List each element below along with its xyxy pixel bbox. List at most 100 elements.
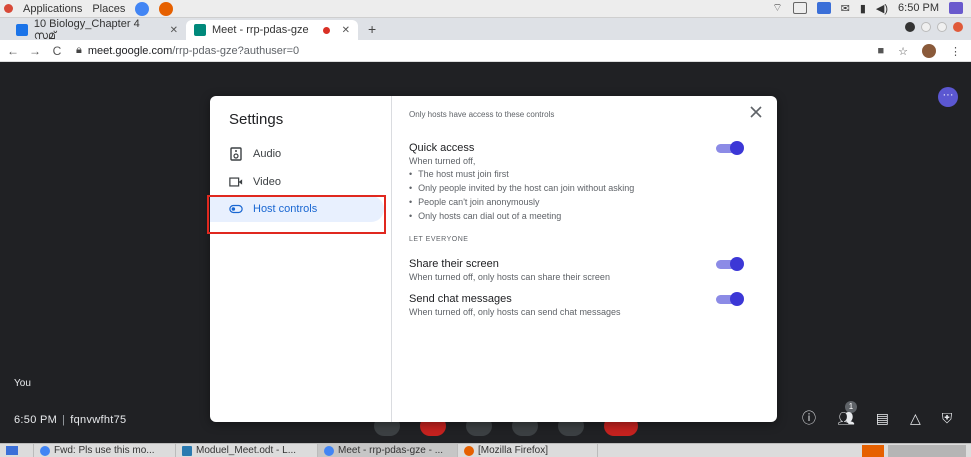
- annotation-highlight-box: [207, 195, 386, 234]
- forward-icon[interactable]: →: [26, 44, 44, 58]
- tab-label: Meet - rrp-pdas-gze: [212, 24, 309, 36]
- meeting-time: 6:50 PM: [14, 414, 58, 426]
- chrome-launcher-icon[interactable]: [135, 1, 150, 16]
- meeting-details: 6:50 PM | fqnvwfht75: [14, 414, 127, 426]
- list-item: Only people invited by the host can join…: [409, 181, 634, 195]
- quick-access-bullets: The host must join first Only people inv…: [409, 167, 634, 223]
- profile-dot-icon[interactable]: [905, 22, 915, 32]
- places-menu[interactable]: Places: [92, 3, 125, 15]
- info-icon[interactable]: ⓘ: [802, 408, 816, 428]
- sidebar-item-video[interactable]: Video: [210, 169, 384, 195]
- self-tile-label: You: [14, 378, 31, 389]
- sidebar-item-label: Audio: [253, 148, 282, 160]
- clock[interactable]: 6:50 PM: [898, 2, 939, 14]
- side-controls: ⓘ 👥︎ ▤ △ ⛨: [802, 408, 952, 428]
- quick-access-section: Quick access When turned off, The host m…: [409, 142, 634, 223]
- envelope-icon[interactable]: ✉: [841, 2, 850, 15]
- classroom-favicon-icon: [16, 24, 28, 36]
- taskbar-item-mail[interactable]: Fwd: Pls use this mo...: [34, 444, 176, 457]
- browser-tab-strip: 10 Biology_Chapter 4 സമ് ✕ Meet - rrp-pd…: [0, 17, 971, 42]
- tab-meet[interactable]: Meet - rrp-pdas-gze ✕: [186, 20, 358, 40]
- people-icon[interactable]: 👥︎: [837, 410, 855, 427]
- host-controls-icon[interactable]: ⛨: [942, 410, 953, 427]
- star-icon[interactable]: ☆: [898, 45, 908, 58]
- chat-toggle[interactable]: [716, 292, 744, 306]
- taskbar-item-label: Meet - rrp-pdas-gze - ...: [338, 445, 444, 456]
- desktop-screen: Applications Places ⌔ ✉ ▮ ◀) 6:50 PM 10 …: [0, 0, 971, 457]
- share-screen-subtitle: When turned off, only hosts can share th…: [409, 272, 610, 282]
- recording-dot-icon: [322, 26, 330, 34]
- sidebar-item-label: Video: [253, 176, 281, 188]
- video-camera-icon: [229, 175, 243, 189]
- taskbar-item-label: Fwd: Pls use this mo...: [54, 445, 155, 456]
- os-top-bar: Applications Places ⌔ ✉ ▮ ◀) 6:50 PM: [0, 0, 971, 18]
- url-host: meet.google.com: [87, 44, 173, 57]
- chat-icon[interactable]: ▤: [876, 410, 889, 427]
- desktop-icon: [6, 446, 18, 455]
- taskbar-item-writer[interactable]: Moduel_Meet.odt - L...: [176, 444, 318, 457]
- chat-title: Send chat messages: [409, 293, 512, 305]
- quick-access-subtitle: When turned off,: [409, 156, 476, 166]
- workspace-switcher[interactable]: [888, 445, 966, 457]
- taskbar-item-label: [Mozilla Firefox]: [478, 445, 549, 456]
- close-window-icon[interactable]: [953, 22, 963, 32]
- system-tray: ⌔ ✉ ▮ ◀) 6:50 PM: [772, 1, 963, 15]
- taskbar-item-meet[interactable]: Meet - rrp-pdas-gze - ...: [318, 444, 458, 457]
- camera-indicator-icon[interactable]: ■: [877, 45, 884, 57]
- show-desktop-button[interactable]: [0, 444, 34, 457]
- menu-kebab-icon[interactable]: ⋮: [950, 45, 961, 58]
- speaker-icon: [229, 147, 243, 161]
- wifi-icon[interactable]: ⌔: [772, 1, 782, 15]
- list-item: The host must join first: [409, 167, 634, 181]
- meeting-code: fqnvwfht75: [70, 414, 127, 426]
- taskbar: Fwd: Pls use this mo... Moduel_Meet.odt …: [0, 443, 971, 457]
- chat-subtitle: When turned off, only hosts can send cha…: [409, 307, 621, 317]
- sidebar-item-audio[interactable]: Audio: [210, 141, 384, 167]
- meet-favicon-icon: [194, 24, 206, 36]
- share-screen-title: Share their screen: [409, 258, 499, 270]
- new-tab-button[interactable]: +: [358, 20, 386, 40]
- list-item: Only hosts can dial out of a meeting: [409, 209, 634, 223]
- session-icon[interactable]: [949, 2, 963, 14]
- minimize-icon[interactable]: [921, 22, 931, 32]
- share-screen-toggle[interactable]: [716, 257, 744, 271]
- firefox-icon: [464, 445, 474, 456]
- close-tab-icon[interactable]: ✕: [170, 25, 178, 36]
- document-icon: [182, 445, 192, 456]
- battery-icon[interactable]: ▮: [860, 2, 866, 15]
- quick-access-title: Quick access: [409, 142, 475, 154]
- workspace-indicator[interactable]: [862, 445, 884, 457]
- close-dialog-icon[interactable]: [749, 105, 763, 119]
- settings-title: Settings: [229, 111, 284, 128]
- list-item: People can't join anonymously: [409, 195, 634, 209]
- quick-access-toggle[interactable]: [716, 141, 744, 155]
- maximize-icon[interactable]: [937, 22, 947, 32]
- activities-icon[interactable]: △: [910, 410, 921, 427]
- taskbar-item-label: Moduel_Meet.odt - L...: [196, 445, 297, 456]
- taskbar-item-firefox[interactable]: [Mozilla Firefox]: [458, 444, 598, 457]
- distro-logo-icon: [4, 4, 13, 13]
- mail-indicator-icon[interactable]: [792, 2, 807, 14]
- tab-label: 10 Biology_Chapter 4 സമ്: [33, 17, 140, 42]
- address-bar: ← → C 🔒︎ meet.google.com/rrp-pdas-gze?au…: [0, 40, 971, 62]
- chrome-icon: [40, 445, 50, 456]
- more-options-button[interactable]: ···: [938, 87, 958, 107]
- bluetooth-icon[interactable]: [816, 2, 831, 14]
- reload-icon[interactable]: C: [48, 44, 66, 58]
- url-path: /rrp-pdas-gze?authuser=0: [172, 44, 300, 57]
- let-everyone-heading: LET EVERYONE: [409, 236, 469, 243]
- chat-section: Send chat messages When turned off, only…: [409, 293, 620, 317]
- close-tab-icon[interactable]: ✕: [342, 25, 350, 36]
- settings-dialog: Settings Audio Video Host controls Only …: [210, 96, 777, 422]
- window-controls: [905, 22, 963, 32]
- tab-biology-chapter[interactable]: 10 Biology_Chapter 4 സമ് ✕: [8, 17, 186, 42]
- firefox-launcher-icon[interactable]: [159, 1, 174, 16]
- host-only-note: Only hosts have access to these controls: [409, 110, 555, 119]
- url-field[interactable]: 🔒︎ meet.google.com/rrp-pdas-gze?authuser…: [76, 44, 299, 57]
- profile-avatar[interactable]: [922, 44, 936, 58]
- back-icon[interactable]: ←: [4, 44, 22, 58]
- applications-menu[interactable]: Applications: [23, 3, 82, 15]
- settings-sidebar: Settings Audio Video Host controls: [210, 96, 392, 422]
- volume-icon[interactable]: ◀): [876, 2, 888, 15]
- host-controls-panel: Only hosts have access to these controls…: [409, 96, 777, 422]
